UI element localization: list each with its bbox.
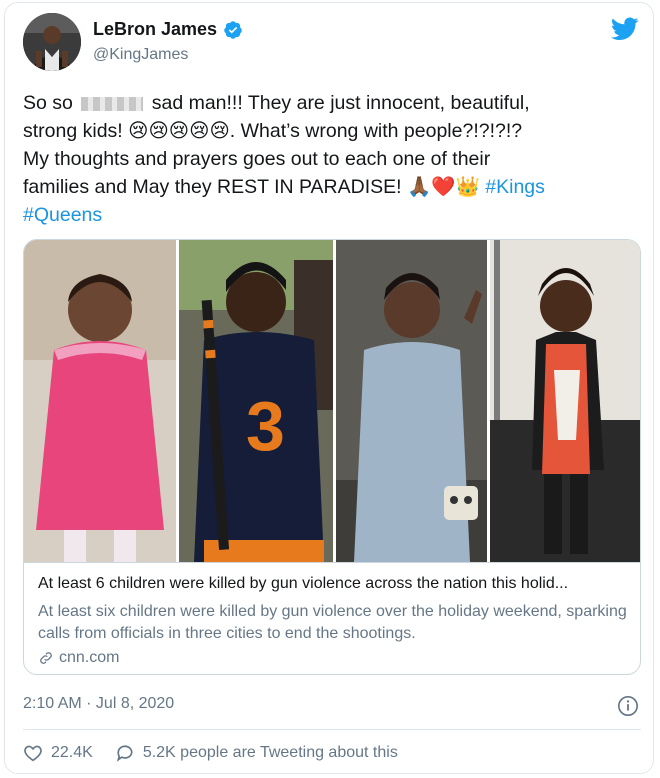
info-icon[interactable]: [617, 695, 639, 717]
article-photos: 3: [24, 240, 640, 562]
like-action[interactable]: 22.4K: [23, 744, 93, 762]
svg-text:3: 3: [246, 387, 285, 465]
tweet-text-segment: My thoughts and prayers goes out to each…: [23, 148, 491, 170]
author-handle[interactable]: @KingJames: [93, 46, 188, 64]
card-meta: At least 6 children were killed by gun v…: [24, 562, 640, 674]
tweet-text-segment: families and May they REST IN PARADISE!: [23, 176, 402, 198]
tweet-text-segment: sad man!!! They are just innocent, beaut…: [151, 92, 530, 114]
tweet-text-segment: strong kids!: [23, 120, 123, 142]
tweet-text: So so sad man!!! They are just innocent,…: [23, 89, 643, 229]
twitter-bird-icon[interactable]: [611, 17, 639, 41]
card-description: At least six children were killed by gun…: [38, 603, 627, 642]
like-count: 22.4K: [51, 744, 93, 761]
tweet-actions: 22.4K 5.2K people are Tweeting about thi…: [23, 743, 420, 763]
author-name[interactable]: LeBron James: [93, 19, 217, 40]
pray-heart-crown-emoji: 🙏🏾❤️👑: [407, 175, 480, 198]
card-domain: cnn.com: [38, 649, 119, 667]
redacted-word: [81, 96, 144, 111]
hashtag-queens-link[interactable]: #Queens: [23, 204, 102, 226]
avatar-image: [23, 13, 81, 71]
hashtag-kings-link[interactable]: #Kings: [485, 176, 545, 198]
avatar[interactable]: [23, 13, 81, 71]
photo-boy-with-bat: 3: [179, 240, 333, 562]
tweet-card: LeBron James @KingJames So so sad man!!!…: [4, 2, 654, 774]
crying-emoji-sequence: 😢😢😢😢😢: [128, 119, 230, 142]
conversation-action[interactable]: 5.2K people are Tweeting about this: [115, 743, 398, 763]
card-title: At least 6 children were killed by gun v…: [38, 575, 569, 592]
tweet-text-segment: . What’s wrong with people?!?!?!?: [229, 120, 523, 142]
link-preview-card[interactable]: 3 At least 6 children were killed by gun…: [23, 239, 641, 675]
author-name-row: LeBron James: [93, 19, 243, 40]
verified-badge-icon: [224, 20, 242, 39]
photo-girl-pink-dress: [24, 240, 176, 562]
comment-bubble-icon: [116, 745, 133, 762]
card-domain-text: cnn.com: [59, 649, 120, 666]
photo-boy-with-backpack: [490, 240, 640, 562]
heart-icon: [24, 745, 42, 762]
divider: [23, 729, 641, 730]
tweet-text-segment: So so: [23, 92, 73, 114]
photo-girl-with-purse: [336, 240, 487, 562]
tweet-timestamp[interactable]: 2:10 AM · Jul 8, 2020: [23, 695, 174, 713]
people-talking-text: 5.2K people are Tweeting about this: [142, 744, 398, 761]
link-icon: [40, 652, 52, 664]
